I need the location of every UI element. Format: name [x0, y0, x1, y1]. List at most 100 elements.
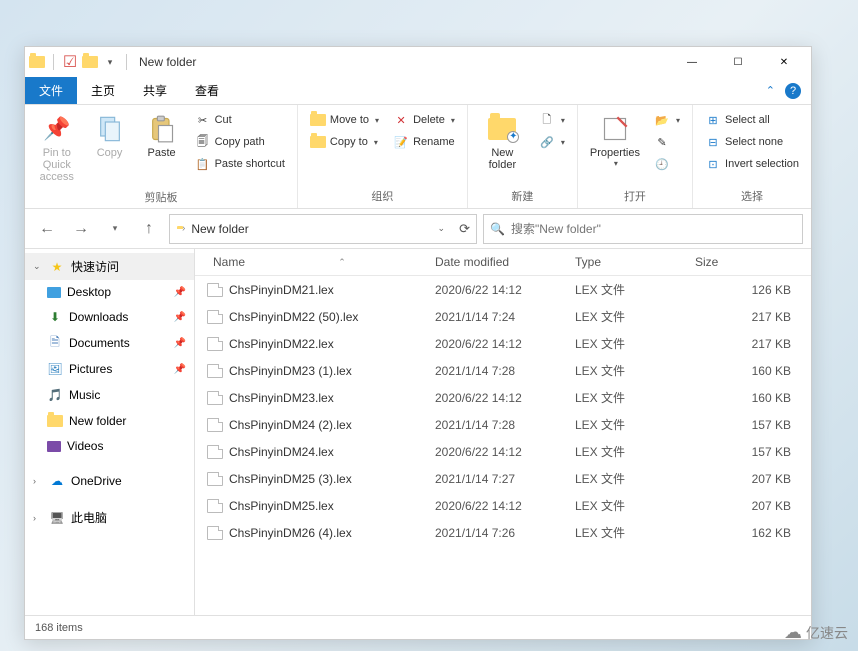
folder-icon — [29, 54, 45, 70]
sidebar-item-desktop[interactable]: Desktop📌 — [25, 280, 194, 304]
maximize-button[interactable]: ☐ — [715, 47, 761, 77]
search-box[interactable]: 🔍 — [483, 214, 803, 244]
search-input[interactable] — [511, 222, 796, 236]
forward-button[interactable]: → — [67, 215, 95, 243]
tab-view[interactable]: 查看 — [181, 77, 233, 104]
address-bar[interactable]: › New folder ⌄ ⟳ — [169, 214, 477, 244]
select-all-button[interactable]: ⊞Select all — [699, 109, 805, 131]
invert-selection-icon: ⊡ — [705, 156, 721, 172]
select-none-button[interactable]: ⊟Select none — [699, 131, 805, 153]
back-button[interactable]: ← — [33, 215, 61, 243]
file-icon — [207, 526, 223, 540]
column-header-name[interactable]: Name⌃ — [195, 255, 435, 269]
file-size: 160 KB — [695, 364, 811, 378]
sidebar-item-new-folder[interactable]: New folder — [25, 408, 194, 434]
sidebar-item-quick-access[interactable]: ⌄ ★ 快速访问 — [25, 253, 194, 280]
copy-button[interactable]: Copy — [85, 109, 135, 163]
properties-button[interactable]: Properties ▾ — [584, 109, 646, 172]
file-row[interactable]: ChsPinyinDM25.lex2020/6/22 14:12LEX 文件20… — [195, 492, 811, 519]
pictures-icon: 🖼 — [47, 361, 63, 377]
file-row[interactable]: ChsPinyinDM22.lex2020/6/22 14:12LEX 文件21… — [195, 330, 811, 357]
file-row[interactable]: ChsPinyinDM22 (50).lex2021/1/14 7:24LEX … — [195, 303, 811, 330]
paste-shortcut-button[interactable]: 📋Paste shortcut — [189, 153, 291, 175]
file-row[interactable]: ChsPinyinDM24 (2).lex2021/1/14 7:28LEX 文… — [195, 411, 811, 438]
file-row[interactable]: ChsPinyinDM24.lex2020/6/22 14:12LEX 文件15… — [195, 438, 811, 465]
file-date: 2021/1/14 7:27 — [435, 472, 575, 486]
open-button[interactable]: 📂▾ — [648, 109, 686, 131]
copy-path-button[interactable]: 🗐Copy path — [189, 131, 291, 153]
ribbon-label-select: 选择 — [699, 186, 805, 206]
file-row[interactable]: ChsPinyinDM26 (4).lex2021/1/14 7:26LEX 文… — [195, 519, 811, 546]
sidebar-item-downloads[interactable]: ⬇Downloads📌 — [25, 304, 194, 330]
close-button[interactable]: ✕ — [761, 47, 807, 77]
sidebar-item-documents[interactable]: 🗎Documents📌 — [25, 330, 194, 356]
rename-button[interactable]: 📝Rename — [387, 131, 461, 153]
delete-icon: ✕ — [393, 112, 409, 128]
history-button[interactable]: 🕘 — [648, 153, 686, 175]
file-row[interactable]: ChsPinyinDM23.lex2020/6/22 14:12LEX 文件16… — [195, 384, 811, 411]
pin-to-quick-access-button[interactable]: 📌 Pin to Quick access — [31, 109, 83, 187]
sidebar-item-onedrive[interactable]: ›☁OneDrive — [25, 468, 194, 494]
qat-checkbox-icon[interactable]: ☑ — [62, 54, 78, 70]
file-row[interactable]: ChsPinyinDM21.lex2020/6/22 14:12LEX 文件12… — [195, 276, 811, 303]
scissors-icon: ✂ — [195, 112, 211, 128]
ribbon-collapse-icon[interactable]: ⌃ — [766, 84, 775, 97]
new-folder-button[interactable]: ✦ New folder — [474, 109, 531, 175]
sidebar-item-videos[interactable]: Videos — [25, 434, 194, 458]
sidebar-item-music[interactable]: 🎵Music — [25, 382, 194, 408]
sidebar-item-pictures[interactable]: 🖼Pictures📌 — [25, 356, 194, 382]
file-name: ChsPinyinDM25 (3).lex — [229, 472, 352, 486]
file-type: LEX 文件 — [575, 443, 695, 460]
chevron-right-icon: › — [33, 476, 43, 486]
paste-button[interactable]: Paste — [137, 109, 187, 163]
up-button[interactable]: ↑ — [135, 215, 163, 243]
qat-dropdown-icon[interactable]: ▾ — [102, 54, 118, 70]
file-list-header: Name⌃ Date modified Type Size — [195, 249, 811, 276]
tab-home[interactable]: 主页 — [77, 77, 129, 104]
file-icon — [207, 337, 223, 351]
sort-indicator-icon: ⌃ — [338, 257, 346, 268]
recent-locations-button[interactable]: ▾ — [101, 215, 129, 243]
tab-share[interactable]: 共享 — [129, 77, 181, 104]
move-to-button[interactable]: Move to▾ — [304, 109, 385, 131]
file-row[interactable]: ChsPinyinDM23 (1).lex2021/1/14 7:28LEX 文… — [195, 357, 811, 384]
minimize-button[interactable]: — — [669, 47, 715, 77]
file-date: 2021/1/14 7:24 — [435, 310, 575, 324]
pin-icon: 📌 — [41, 113, 73, 145]
qat-folder-icon[interactable] — [82, 54, 98, 70]
column-header-type[interactable]: Type — [575, 255, 695, 269]
tab-file[interactable]: 文件 — [25, 77, 77, 104]
file-size: 217 KB — [695, 310, 811, 324]
refresh-button[interactable]: ⟳ — [451, 221, 470, 237]
select-none-icon: ⊟ — [705, 134, 721, 150]
content: ⌄ ★ 快速访问 Desktop📌 ⬇Downloads📌 🗎Documents… — [25, 249, 811, 615]
file-date: 2020/6/22 14:12 — [435, 499, 575, 513]
pin-icon: 📌 — [174, 287, 186, 298]
file-type: LEX 文件 — [575, 308, 695, 325]
copy-to-button[interactable]: Copy to▾ — [304, 131, 385, 153]
edit-button[interactable]: ✎ — [648, 131, 686, 153]
pc-icon: 🖥 — [49, 510, 65, 526]
file-list-body[interactable]: ChsPinyinDM21.lex2020/6/22 14:12LEX 文件12… — [195, 276, 811, 615]
new-item-button[interactable]: 🗋▾ — [533, 109, 571, 131]
paste-shortcut-icon: 📋 — [195, 156, 211, 172]
address-dropdown-icon[interactable]: ⌄ — [438, 223, 446, 234]
pin-icon: 📌 — [174, 312, 186, 323]
delete-button[interactable]: ✕Delete▾ — [387, 109, 461, 131]
easy-access-button[interactable]: 🔗▾ — [533, 131, 571, 153]
file-type: LEX 文件 — [575, 335, 695, 352]
cut-button[interactable]: ✂Cut — [189, 109, 291, 131]
file-row[interactable]: ChsPinyinDM25 (3).lex2021/1/14 7:27LEX 文… — [195, 465, 811, 492]
file-name: ChsPinyinDM24.lex — [229, 445, 334, 459]
ribbon-label-open: 打开 — [584, 186, 686, 206]
invert-selection-button[interactable]: ⊡Invert selection — [699, 153, 805, 175]
file-name: ChsPinyinDM25.lex — [229, 499, 334, 513]
sidebar-item-this-pc[interactable]: ›🖥此电脑 — [25, 504, 194, 531]
column-header-date[interactable]: Date modified — [435, 255, 575, 269]
help-icon[interactable]: ? — [785, 83, 801, 99]
file-date: 2021/1/14 7:28 — [435, 418, 575, 432]
titlebar: ☑ ▾ New folder — ☐ ✕ — [25, 47, 811, 77]
search-icon: 🔍 — [490, 222, 505, 236]
documents-icon: 🗎 — [47, 335, 63, 351]
column-header-size[interactable]: Size — [695, 255, 811, 269]
